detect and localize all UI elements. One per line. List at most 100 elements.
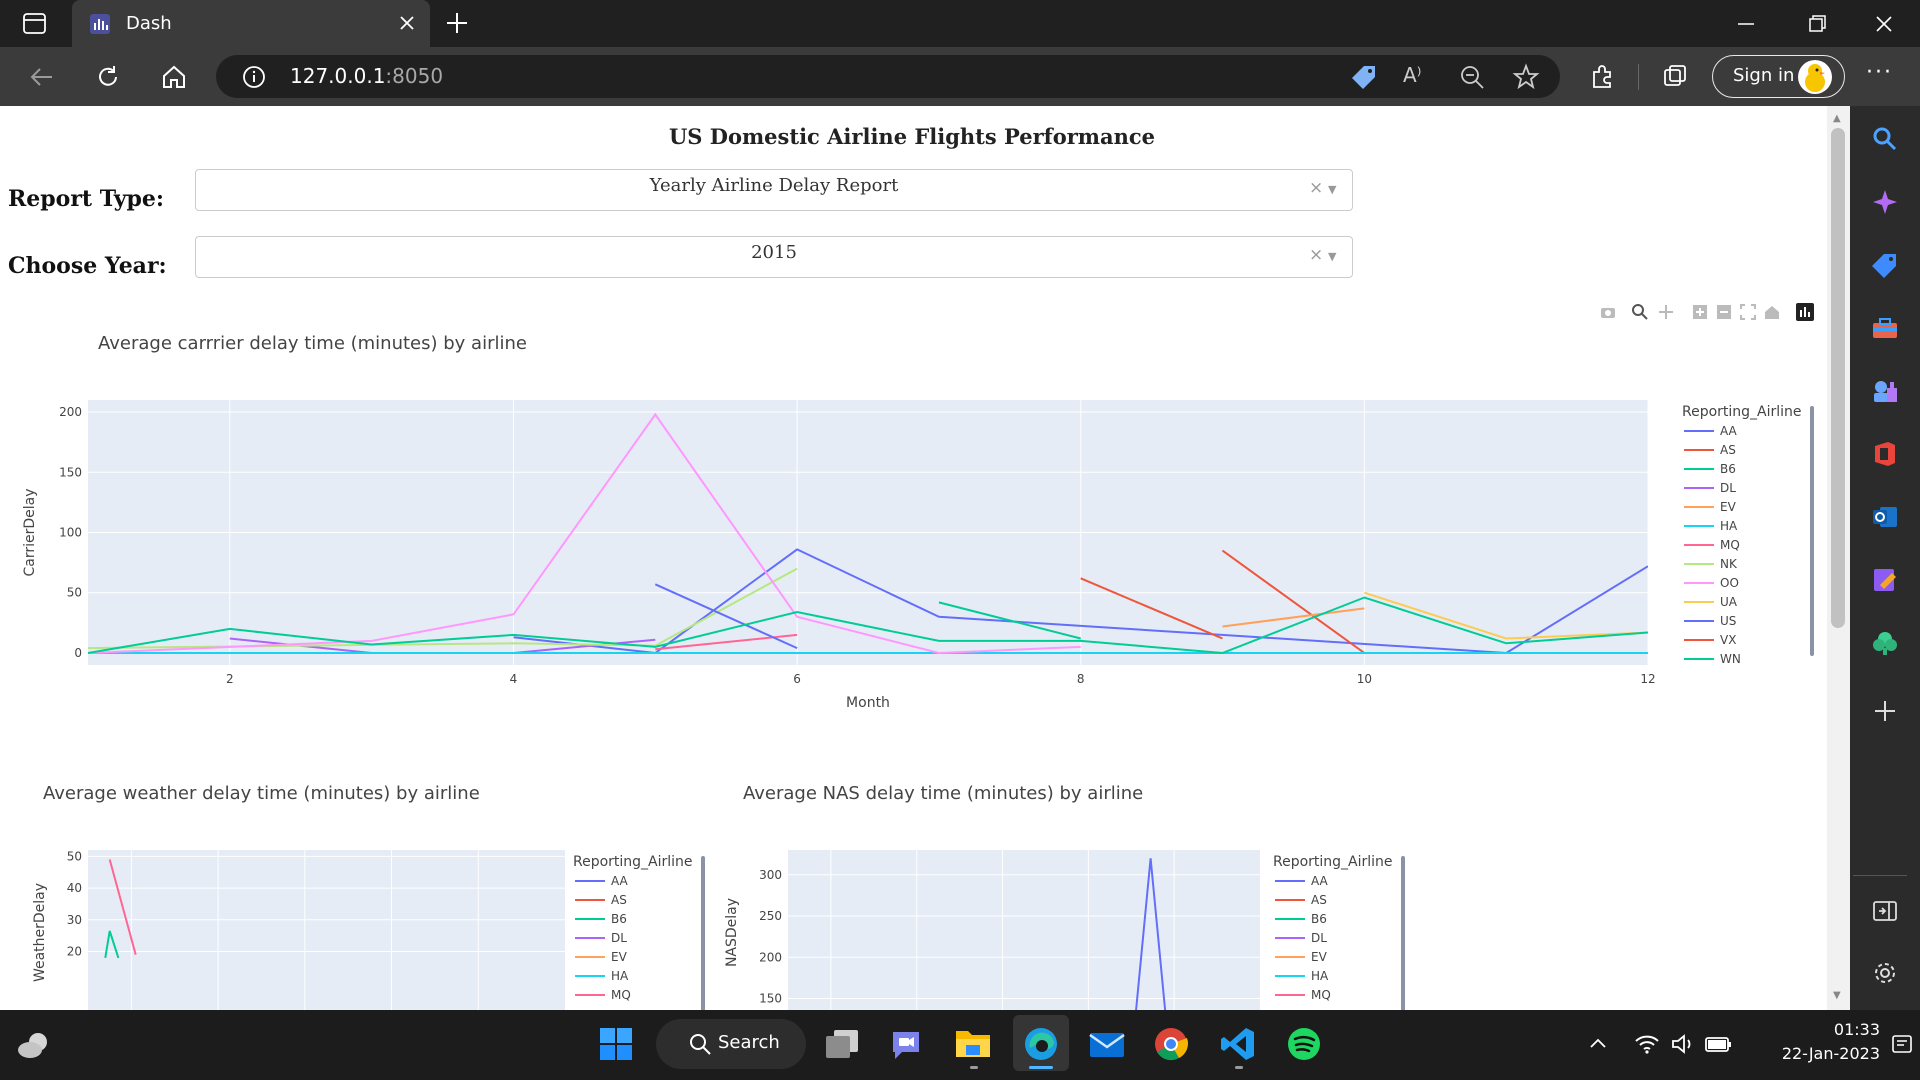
legend-item-us: US [1720,614,1736,628]
legend-scrollbar [1810,406,1814,656]
url-text[interactable]: 127.0.0.1:8050 [290,64,443,88]
restore-icon[interactable] [1807,14,1827,34]
extensions-icon[interactable] [1588,63,1616,91]
weather-widget-icon[interactable] [16,1030,52,1060]
x-tick-label: 12 [1640,672,1655,686]
y-axis-title: CarrierDelay [22,488,38,576]
camera-icon[interactable] [1600,304,1616,320]
sidebar-hide-icon[interactable] [1872,898,1898,924]
zoom-in-icon[interactable] [1692,304,1708,320]
sidebar-copilot-icon[interactable] [1872,189,1898,215]
carrier-chart-title: Average carrrier delay time (minutes) by… [98,333,527,354]
legend-item-b6: B6 [1720,462,1736,476]
collections-icon[interactable] [1661,63,1689,91]
legend-item-wn: WN [1720,652,1741,666]
scrollbar-thumb[interactable] [1831,128,1845,628]
sidebar-games-icon[interactable] [1872,378,1898,404]
toolbar-divider [1638,64,1639,90]
x-tick-label: 6 [793,672,801,686]
year-value: 2015 [751,242,797,263]
legend-scrollbar [1401,856,1405,1010]
report-type-clear-icon[interactable]: × [1309,178,1323,198]
sidebar-search-icon[interactable] [1872,126,1898,152]
clock-date[interactable]: 22-Jan-2023 [1756,1044,1880,1063]
weather-chart-title: Average weather delay time (minutes) by … [43,783,480,804]
legend-title: Reporting_Airline [573,854,693,870]
system-tray-chevron-up-icon[interactable] [1588,1034,1608,1054]
x-tick-label: 8 [1077,672,1085,686]
pan-icon[interactable] [1658,304,1674,320]
task-view-icon[interactable] [824,1027,860,1061]
close-tab-icon[interactable] [398,14,416,32]
sidebar-tools-icon[interactable] [1872,315,1898,341]
scroll-down-arrow[interactable]: ▼ [1833,990,1841,1001]
legend-item-as: AS [1311,893,1327,907]
y-tick-label: 20 [67,945,82,959]
x-tick-label: 2 [226,672,234,686]
legend-item-ua: UA [1720,595,1738,609]
zoom-out-plot-icon[interactable] [1716,304,1732,320]
zoom-icon[interactable] [1632,304,1648,320]
coupon-tag-icon[interactable] [1350,63,1378,91]
year-chevron-down-icon[interactable]: ▼ [1328,250,1336,263]
sidebar-tree-icon[interactable] [1872,630,1898,656]
zoom-out-icon[interactable] [1459,64,1485,90]
carrier-delay-chart[interactable]: 2 4 6 8 10 12 0 50 100 150 200 Month CarrierDelay Rep… [0,395,1820,725]
report-type-label: Report Type: [8,186,164,212]
teams-chat-icon[interactable] [888,1027,924,1063]
volume-icon[interactable] [1670,1032,1696,1056]
explorer-running-indicator [970,1066,978,1069]
refresh-icon[interactable] [95,64,121,90]
weather-delay-chart[interactable]: 20 30 40 50 WeatherDelay Reporting_Airline AA A… [0,845,710,1010]
notifications-icon[interactable] [1890,1032,1914,1056]
tab-actions-icon[interactable] [22,11,48,37]
reset-axes-icon[interactable] [1764,304,1780,320]
new-tab-icon[interactable] [445,11,469,35]
sidebar-outlook-icon[interactable] [1872,504,1898,530]
close-window-icon[interactable] [1874,14,1894,34]
y-tick-label: 40 [67,881,82,895]
mail-icon[interactable] [1088,1027,1126,1061]
spotify-icon[interactable] [1286,1026,1322,1062]
url-port: :8050 [385,64,444,88]
more-menu-icon[interactable]: ··· [1866,60,1893,85]
scroll-up-arrow[interactable]: ▲ [1833,113,1841,124]
autoscale-icon[interactable] [1740,304,1756,320]
vscode-icon[interactable] [1220,1026,1256,1062]
home-icon[interactable] [160,63,188,91]
chrome-icon[interactable] [1153,1026,1189,1062]
legend-item-nk: NK [1720,557,1738,571]
sidebar-divider [1853,875,1907,876]
wifi-icon[interactable] [1634,1032,1660,1056]
read-aloud-icon[interactable]: A⁾ [1403,63,1422,87]
clock-time[interactable]: 01:33 [1810,1020,1880,1039]
sidebar-office-icon[interactable] [1872,441,1898,467]
year-clear-icon[interactable]: × [1309,245,1323,265]
plotly-logo-icon[interactable] [1796,303,1814,321]
profile-avatar[interactable] [1798,60,1832,94]
legend-item-ha: HA [611,969,629,983]
legend-item-ev: EV [1311,950,1328,964]
report-type-chevron-down-icon[interactable]: ▼ [1328,183,1336,196]
sidebar-shopping-icon[interactable] [1872,252,1898,278]
y-tick-label: 250 [759,909,782,923]
sidebar-settings-gear-icon[interactable] [1872,960,1898,986]
start-windows-icon[interactable] [598,1026,634,1062]
minimize-icon[interactable] [1736,14,1756,34]
legend-item-dl: DL [1311,931,1327,945]
site-info-icon[interactable] [242,65,266,89]
battery-icon[interactable] [1704,1032,1734,1056]
edge-browser-icon[interactable] [1022,1026,1060,1062]
legend-item-mq: MQ [611,988,631,1002]
nas-chart-title: Average NAS delay time (minutes) by airl… [743,783,1144,804]
legend-item-b6: B6 [1311,912,1327,926]
nas-delay-chart[interactable]: 150 200 250 300 NASDelay Reporting_Airline AA A… [700,845,1410,1010]
sidebar-designer-icon[interactable] [1872,567,1898,593]
favorite-icon[interactable] [1512,63,1540,91]
legend-item-as: AS [1720,443,1736,457]
report-type-value: Yearly Airline Delay Report [649,175,899,196]
y-tick-label: 150 [59,465,82,479]
file-explorer-icon[interactable] [954,1025,992,1061]
back-icon[interactable] [28,64,54,90]
sidebar-add-icon[interactable] [1874,700,1896,722]
